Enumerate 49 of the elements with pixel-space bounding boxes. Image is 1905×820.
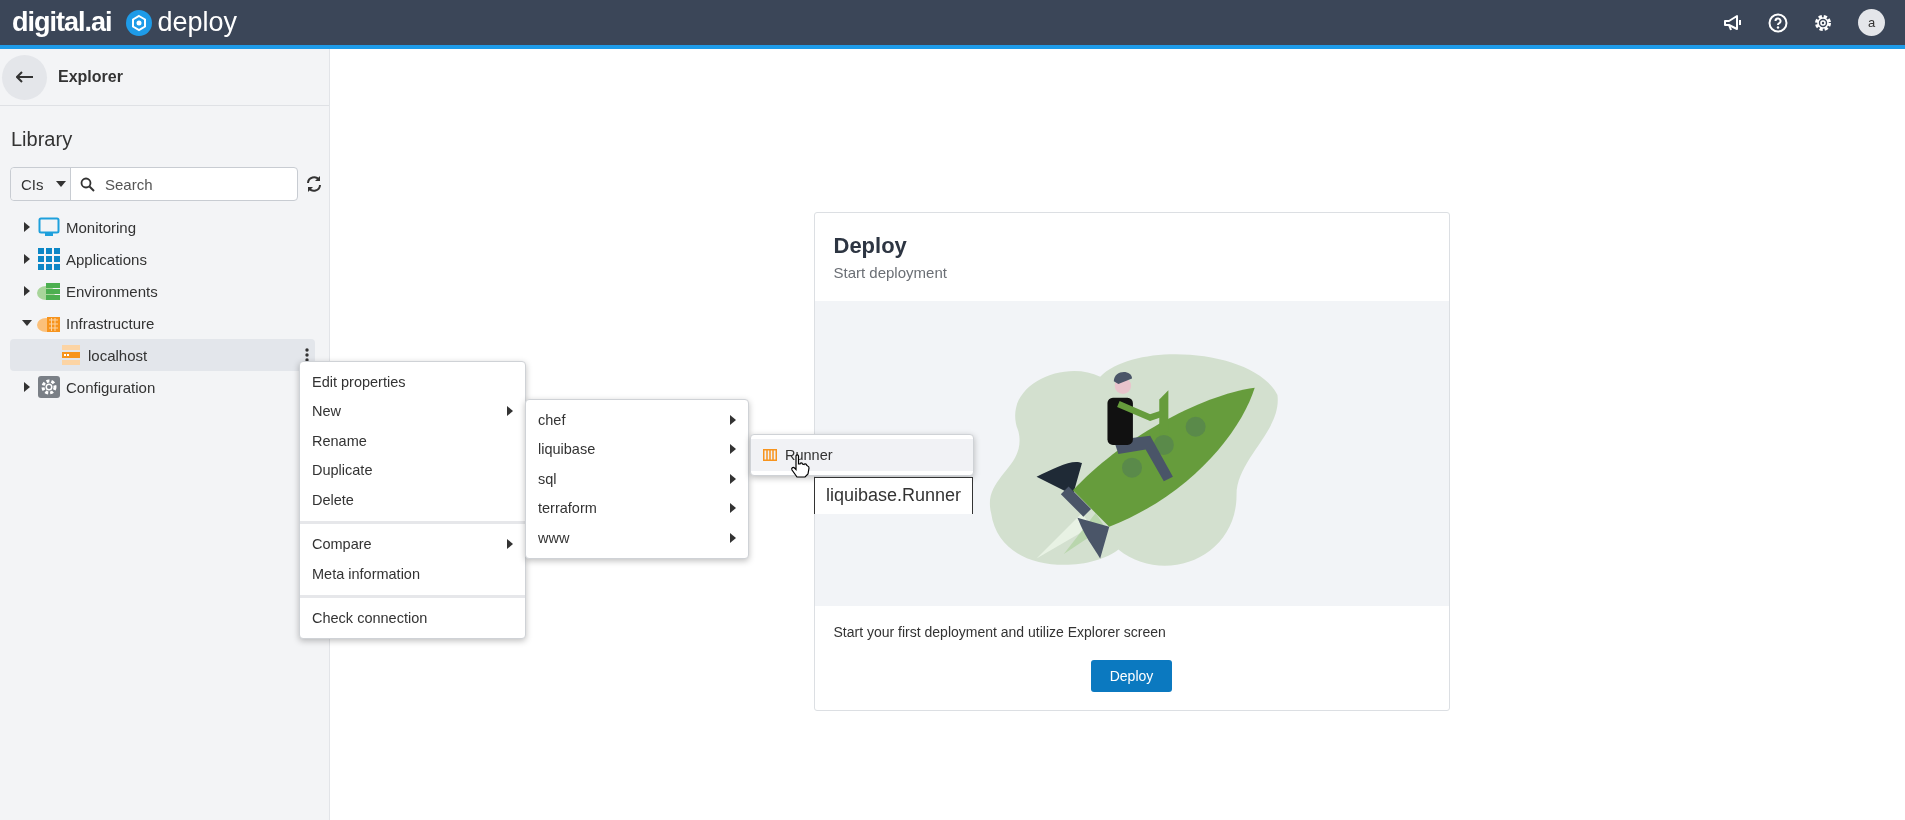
- grid-icon: [38, 248, 60, 270]
- tree-item[interactable]: Infrastructure: [10, 307, 315, 339]
- monitor-icon: [38, 217, 60, 237]
- search-field[interactable]: CIs Search: [10, 167, 298, 201]
- caret-icon[interactable]: [22, 254, 32, 264]
- cloud-server-icon: [37, 281, 61, 301]
- tree-item[interactable]: Monitoring: [10, 211, 315, 243]
- menu-item[interactable]: Delete: [300, 485, 525, 515]
- back-arrow-icon: [15, 71, 34, 83]
- gear-icon: [38, 376, 60, 398]
- megaphone-icon[interactable]: [1723, 13, 1743, 32]
- caret-icon[interactable]: [22, 318, 32, 328]
- tree-item[interactable]: Applications: [10, 243, 315, 275]
- columns-icon: [763, 449, 777, 461]
- card-description: Start your first deployment and utilize Explorer screen: [833, 624, 1167, 640]
- help-icon[interactable]: [1768, 12, 1788, 33]
- menu-item[interactable]: Meta information: [300, 559, 525, 589]
- menu-item[interactable]: Rename: [300, 426, 525, 456]
- back-button[interactable]: [2, 54, 47, 100]
- brand-logo: digital.ai: [12, 7, 112, 38]
- menu-item[interactable]: Duplicate: [300, 455, 525, 485]
- caret-icon[interactable]: [22, 222, 32, 232]
- user-avatar[interactable]: a: [1858, 9, 1885, 36]
- caret-icon[interactable]: [22, 286, 32, 296]
- tree-item[interactable]: Environments: [10, 275, 315, 307]
- section-heading: Library: [11, 128, 74, 151]
- card-title: Deploy: [833, 233, 908, 259]
- panel-title: Explorer: [58, 68, 123, 86]
- caret-icon: [55, 181, 66, 187]
- refresh-icon[interactable]: [305, 175, 323, 193]
- product-name: deploy: [157, 7, 238, 38]
- menu-item[interactable]: chef: [526, 405, 748, 435]
- settings-icon[interactable]: [1813, 12, 1833, 33]
- more-options-icon[interactable]: [305, 348, 309, 362]
- tooltip: liquibase.Runner: [814, 477, 974, 514]
- card-subtitle: Start deployment: [833, 264, 948, 281]
- menu-item[interactable]: sql: [526, 464, 748, 494]
- caret-icon[interactable]: [22, 382, 32, 392]
- menu-item[interactable]: Check connection: [300, 603, 525, 633]
- menu-item[interactable]: terraform: [526, 493, 748, 523]
- deploy-button[interactable]: Deploy: [1090, 660, 1173, 692]
- tree-item[interactable]: localhost: [10, 339, 315, 371]
- menu-item[interactable]: New: [300, 396, 525, 426]
- search-icon: [80, 176, 95, 192]
- menu-item[interactable]: liquibase: [526, 434, 748, 464]
- menu-item[interactable]: www: [526, 523, 748, 553]
- type-dropdown[interactable]: CIs: [11, 168, 71, 200]
- server-icon: [62, 345, 80, 365]
- menu-item[interactable]: Compare: [300, 529, 525, 559]
